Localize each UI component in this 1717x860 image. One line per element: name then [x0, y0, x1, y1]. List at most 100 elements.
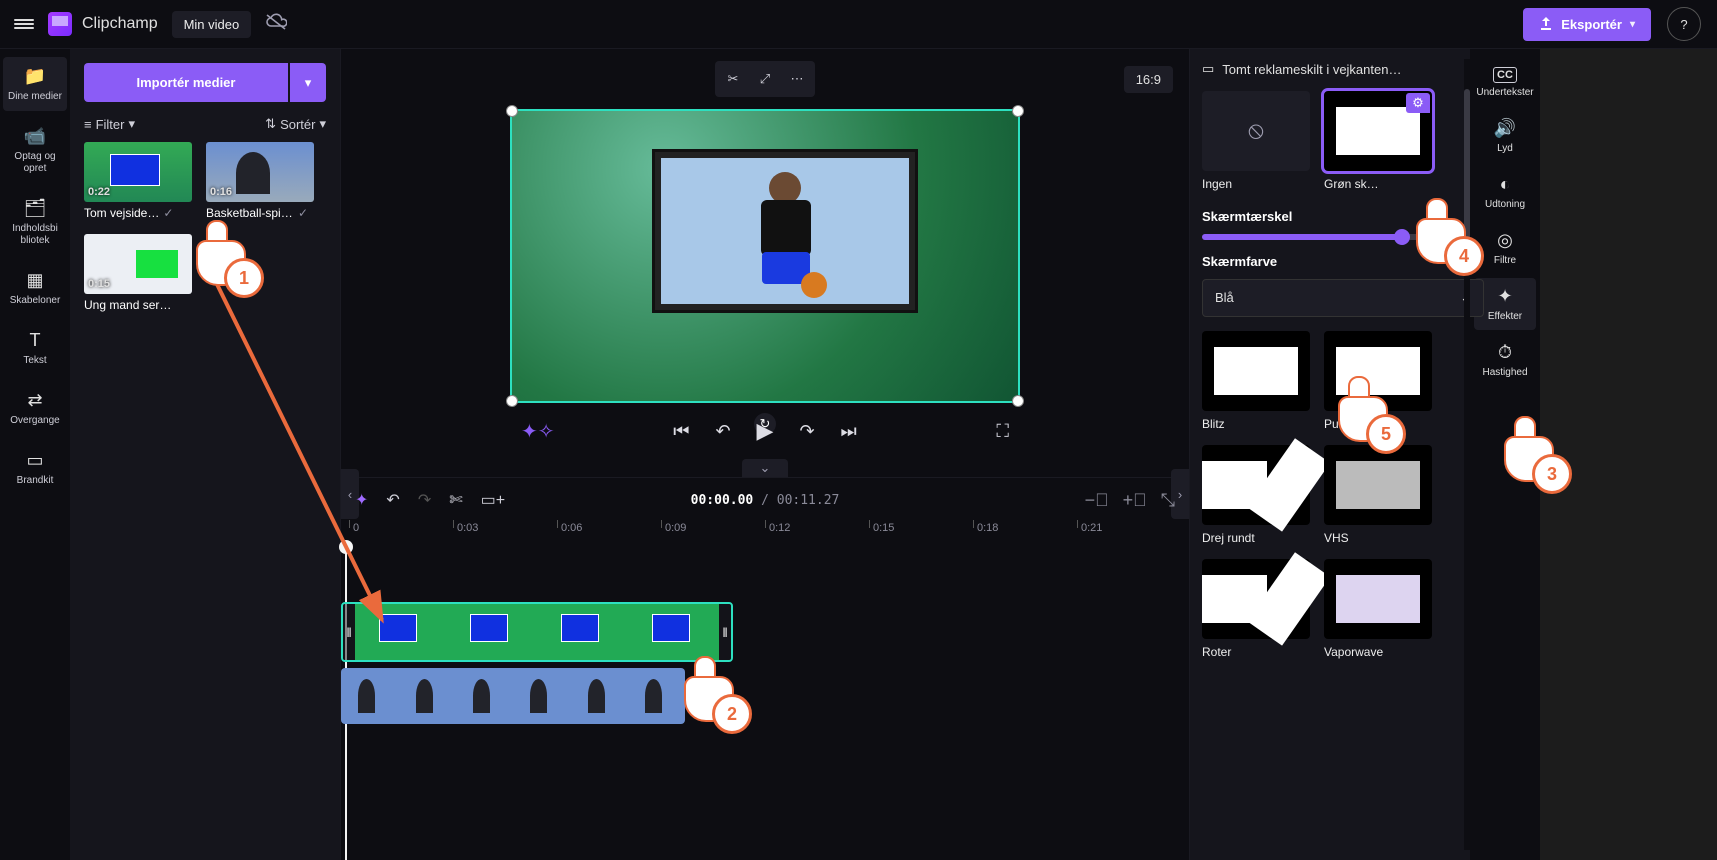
stage-more-button[interactable]: ⋯	[781, 63, 813, 95]
help-button[interactable]: ?	[1667, 7, 1701, 41]
nav-your-media[interactable]: 📁Dine medier	[3, 57, 67, 111]
nav-brandkit[interactable]: ▭Brandkit	[3, 441, 67, 495]
zoom-in-button[interactable]: +⃝	[1123, 490, 1147, 511]
collapse-timeline-button[interactable]: ⌄	[742, 459, 788, 477]
selection-handle[interactable]	[506, 105, 518, 117]
properties-title: ▭ Tomt reklameskilt i vejkanten…	[1202, 61, 1458, 77]
cloud-sync-off-icon[interactable]	[265, 13, 287, 36]
tab-subtitles[interactable]: CCUndertekster	[1474, 59, 1536, 106]
media-item[interactable]: 0:16 Basketball-spil…✓	[206, 142, 314, 220]
app-name: Clipchamp	[82, 15, 158, 33]
brandkit-icon: ▭	[24, 449, 46, 471]
nav-record-create[interactable]: 📹Optag og opret	[3, 117, 67, 183]
screen-threshold-slider[interactable]	[1202, 234, 1458, 240]
nav-content-library[interactable]: 🗂︎Indholdsbi bliotek	[3, 189, 67, 255]
media-panel: Importér medier ▾ ≡Filter▾ ⇅Sortér▾ 0:22…	[70, 49, 341, 860]
media-item[interactable]: 0:22 Tom vejside… ✓	[84, 142, 192, 220]
forward-5s-button[interactable]: ↷	[799, 421, 814, 442]
media-name: Tom vejside…	[84, 206, 159, 220]
nav-templates[interactable]: ▦Skabeloner	[3, 261, 67, 315]
screen-color-dropdown[interactable]: Blå ⌄	[1202, 279, 1484, 317]
ai-sparkle-button[interactable]: ✦✧	[521, 419, 555, 444]
timeline-clip[interactable]	[341, 668, 685, 724]
sort-button[interactable]: ⇅Sortér▾	[265, 116, 326, 132]
play-button[interactable]: ▶	[757, 418, 774, 444]
selection-handle[interactable]	[1012, 105, 1024, 117]
tab-fade[interactable]: ◐Udtoning	[1474, 166, 1536, 218]
tab-filters[interactable]: ◎Filtre	[1474, 222, 1536, 274]
effect-pulse[interactable]: Pulse	[1324, 331, 1432, 431]
preview-canvas[interactable]: ↻	[510, 109, 1020, 403]
effect-drej-rundt[interactable]: Drej rundt	[1202, 445, 1310, 545]
effect-thumbnail	[1202, 559, 1310, 639]
nav-transitions[interactable]: ⇄Overgange	[3, 381, 67, 435]
chevron-down-icon: ▾	[319, 116, 326, 132]
timeline-timecode: 00:00.00 / 00:11.27	[691, 493, 840, 508]
nav-text[interactable]: TTekst	[3, 321, 67, 375]
skip-end-button[interactable]: ⏭	[841, 421, 857, 442]
fit-tool-button[interactable]: ⤢	[749, 63, 781, 95]
aspect-ratio-button[interactable]: 16:9	[1124, 66, 1173, 93]
clip-icon: ▭	[1202, 61, 1214, 77]
timeline-ai-button[interactable]: ✦	[355, 490, 368, 510]
clip-trim-left[interactable]: ‖	[343, 604, 355, 660]
tab-speed[interactable]: ⏱Hastighed	[1474, 334, 1536, 386]
clip-trim-right[interactable]: ‖	[719, 604, 731, 660]
right-rail: CCUndertekster 🔊Lyd ◐Udtoning ◎Filtre ✦E…	[1470, 49, 1540, 860]
undo-button[interactable]: ↶	[386, 490, 399, 510]
cc-icon: CC	[1493, 67, 1517, 83]
properties-scrollbar[interactable]	[1464, 59, 1470, 850]
tab-audio[interactable]: 🔊Lyd	[1474, 110, 1536, 162]
zoom-out-button[interactable]: −⃝	[1085, 490, 1109, 511]
fullscreen-button[interactable]: ⛶	[996, 421, 1009, 442]
upload-icon	[1539, 16, 1553, 33]
effect-preset-none[interactable]: ⦸ Ingen	[1202, 91, 1310, 191]
timeline-ruler[interactable]: 0 0:03 0:06 0:09 0:12 0:15 0:18 0:21	[345, 522, 1189, 546]
effect-thumbnail	[1324, 331, 1432, 411]
check-icon: ✓	[163, 206, 173, 220]
timeline: ✦ ↶ ↷ ✄ ▭+ 00:00.00 / 00:11.27 −⃝ +⃝ ⤡ 0	[341, 477, 1189, 860]
crop-tool-button[interactable]: ✂︎	[717, 63, 749, 95]
video-title-input[interactable]: Min video	[172, 11, 252, 38]
folder-icon: 📁	[24, 65, 46, 87]
left-nav-rail: 📁Dine medier 📹Optag og opret 🗂︎Indholdsb…	[0, 49, 70, 860]
media-name: Ung mand ser…	[84, 298, 171, 312]
speed-icon: ⏱	[1498, 342, 1512, 363]
zoom-fit-button[interactable]: ⤡	[1161, 490, 1175, 511]
redo-button[interactable]: ↷	[418, 490, 431, 510]
transitions-icon: ⇄	[24, 389, 46, 411]
import-media-button[interactable]: Importér medier	[84, 63, 288, 102]
effect-thumbnail	[1324, 559, 1432, 639]
app-logo: Clipchamp	[48, 12, 158, 36]
fade-icon: ◐	[1500, 174, 1511, 195]
filter-icon: ≡	[84, 117, 92, 132]
effects-icon: ✦	[1497, 286, 1512, 307]
effect-vaporwave[interactable]: Vaporwave	[1324, 559, 1432, 659]
chevron-down-icon: ▾	[128, 116, 135, 132]
effect-blitz[interactable]: Blitz	[1202, 331, 1310, 431]
effect-roter[interactable]: Roter	[1202, 559, 1310, 659]
add-track-button[interactable]: ▭+	[481, 490, 505, 510]
check-icon: ✓	[298, 206, 308, 220]
greenscreen-thumbnail: ⚙︎	[1324, 91, 1432, 171]
effect-thumbnail	[1324, 445, 1432, 525]
skip-start-button[interactable]: ⏮	[673, 421, 689, 442]
audio-icon: 🔊	[1494, 118, 1516, 139]
effect-preset-greenscreen[interactable]: ⚙︎ Grøn sk…	[1324, 91, 1432, 191]
export-button[interactable]: Eksportér ▾	[1523, 8, 1651, 41]
sort-icon: ⇅	[265, 116, 276, 132]
screen-color-label: Skærmfarve	[1202, 254, 1458, 269]
adjust-icon[interactable]: ⚙︎	[1406, 93, 1430, 113]
import-media-menu-button[interactable]: ▾	[290, 63, 326, 102]
library-icon: 🗂︎	[24, 197, 46, 219]
media-thumbnail: 0:15	[84, 234, 192, 294]
filter-button[interactable]: ≡Filter▾	[84, 116, 135, 132]
timeline-clip[interactable]: ‖ 🔊 ‖	[341, 602, 733, 662]
split-button[interactable]: ✄	[449, 490, 462, 510]
clipchamp-icon	[48, 12, 72, 36]
media-item[interactable]: 0:15 Ung mand ser…	[84, 234, 192, 312]
media-thumbnail: 0:22	[84, 142, 192, 202]
rewind-5s-button[interactable]: ↶	[715, 421, 730, 442]
effect-vhs[interactable]: VHS	[1324, 445, 1432, 545]
menu-button[interactable]	[0, 0, 48, 48]
